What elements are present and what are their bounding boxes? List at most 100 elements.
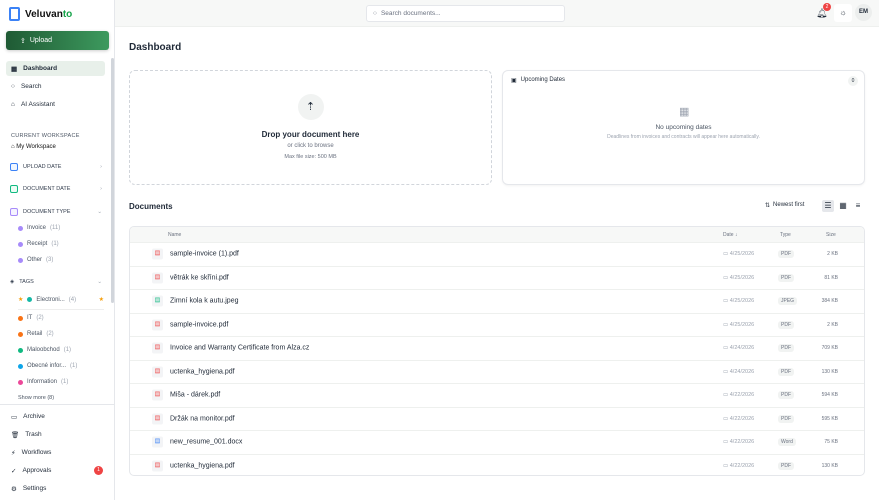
robot-icon: ⌂ xyxy=(11,101,15,108)
file-type-badge: PDF xyxy=(778,273,794,282)
filter-upload-date[interactable]: UPLOAD DATE › xyxy=(10,163,102,171)
calendar-icon xyxy=(10,185,18,193)
file-type-badge: PDF xyxy=(778,344,794,353)
workspace-heading: CURRENT WORKSPACE xyxy=(11,133,80,139)
compact-view-icon[interactable]: ≡ xyxy=(852,200,864,212)
sidebar-scrollbar[interactable] xyxy=(111,58,114,303)
page-title: Dashboard xyxy=(129,42,182,53)
file-date: ▭ 4/25/2026 xyxy=(723,298,755,305)
file-size: 595 KB xyxy=(821,415,838,422)
cloud-upload-icon: ⇡ xyxy=(297,94,324,120)
tag-item[interactable]: IT (2) xyxy=(18,315,44,321)
file-size: 75 KB xyxy=(824,439,838,446)
table-row[interactable]: ▤ uctenka_hygiena.pdf ▭ 4/22/2026 PDF 13… xyxy=(130,453,864,476)
nav-workflows[interactable]: ⚡︎ Workflows xyxy=(6,445,105,460)
tag-color-dot xyxy=(18,363,23,369)
file-name[interactable]: sample-invoice (1).pdf xyxy=(170,251,239,258)
filter-document-date[interactable]: DOCUMENT DATE › xyxy=(10,185,102,193)
file-name[interactable]: sample-invoice.pdf xyxy=(170,321,228,328)
file-icon xyxy=(10,208,18,216)
chevron-right-icon: › xyxy=(100,164,102,170)
nav-approvals[interactable]: ✓ Approvals 1 xyxy=(6,463,105,478)
tag-color-dot xyxy=(18,379,23,385)
pdf-file-icon: ▤ xyxy=(152,272,163,284)
filter-tags[interactable]: ◈ TAGS ⌄ xyxy=(10,279,102,285)
grid-view-icon[interactable]: ▦ xyxy=(837,200,849,212)
avatar[interactable]: EM xyxy=(855,4,872,21)
file-name[interactable]: větrák ke skříni.pdf xyxy=(170,274,229,281)
show-more-tags[interactable]: Show more (8) xyxy=(18,395,54,401)
pdf-file-icon: ▤ xyxy=(152,366,163,378)
file-size: 2 KB xyxy=(827,251,838,258)
pin-star-icon[interactable]: ★ xyxy=(99,296,104,303)
file-type-badge: PDF xyxy=(778,367,794,376)
file-size: 130 KB xyxy=(821,462,838,469)
tag-item[interactable]: Maloobchod (1) xyxy=(18,347,71,353)
search-input[interactable]: ○ Search documents... xyxy=(366,5,565,22)
logo-icon xyxy=(9,7,20,21)
nav-ai-assistant[interactable]: ⌂ AI Assistant xyxy=(6,97,105,112)
notification-badge: 2 xyxy=(823,3,831,11)
table-row[interactable]: ▤ uctenka_hygiena.pdf ▭ 4/24/2026 PDF 13… xyxy=(130,359,864,384)
pdf-file-icon: ▤ xyxy=(152,413,163,425)
upload-dropzone[interactable]: ⇡ Drop your document here or click to br… xyxy=(129,70,492,185)
file-date: ▭ 4/25/2026 xyxy=(723,274,755,281)
pdf-file-icon: ▤ xyxy=(152,319,163,331)
file-date: ▭ 4/22/2026 xyxy=(723,392,755,399)
table-row[interactable]: ▤ sample-invoice.pdf ▭ 4/25/2026 PDF 2 K… xyxy=(130,312,864,337)
type-receipt[interactable]: Receipt (1) xyxy=(18,241,59,247)
list-view-icon[interactable]: ☰ xyxy=(822,200,834,212)
app-logo[interactable]: Veluvanto xyxy=(9,7,72,21)
tag-item[interactable]: Retail (2) xyxy=(18,331,54,337)
chevron-right-icon: › xyxy=(100,186,102,192)
type-other[interactable]: Other (3) xyxy=(18,257,53,263)
file-name[interactable]: Zimní kola k autu.jpeg xyxy=(170,298,238,305)
type-invoice[interactable]: Invoice (11) xyxy=(18,225,60,231)
file-size: 384 KB xyxy=(821,298,838,305)
upload-button[interactable]: ⇪ Upload xyxy=(6,31,109,50)
nav-trash[interactable]: 🗑︎ Trash xyxy=(6,427,105,442)
nav-archive[interactable]: ▭ Archive xyxy=(6,409,105,424)
calendar-icon: ▣ xyxy=(511,78,517,84)
doc-file-icon: ▤ xyxy=(152,436,163,448)
file-name[interactable]: Invoice and Warranty Certificate from Al… xyxy=(170,345,309,352)
file-name[interactable]: uctenka_hygiena.pdf xyxy=(170,462,235,469)
table-row[interactable]: ▤ sample-invoice (1).pdf ▭ 4/25/2026 PDF… xyxy=(130,242,864,266)
grid-icon: ▦ xyxy=(11,65,18,73)
filter-document-type[interactable]: DOCUMENT TYPE ⌄ xyxy=(10,208,102,216)
workspace-selector[interactable]: ⌂ My Workspace xyxy=(11,144,56,150)
table-row[interactable]: ▤ Držák na monitor.pdf ▭ 4/22/2026 PDF 5… xyxy=(130,406,864,431)
file-size: 2 KB xyxy=(827,321,838,328)
table-header: Name Date ↓ Type Size xyxy=(130,227,864,242)
search-icon: ○ xyxy=(373,10,377,17)
file-date: ▭ 4/25/2026 xyxy=(723,251,755,258)
tag-item[interactable]: Obecné infor... (1) xyxy=(18,363,77,369)
pdf-file-icon: ▤ xyxy=(152,460,163,472)
file-name[interactable]: Držák na monitor.pdf xyxy=(170,415,235,422)
nav-dashboard[interactable]: ▦ Dashboard xyxy=(6,61,105,76)
file-size: 594 KB xyxy=(821,392,838,399)
pdf-file-icon: ▤ xyxy=(152,342,163,354)
nav-settings[interactable]: ⚙ Settings xyxy=(6,481,105,496)
file-type-badge: PDF xyxy=(778,414,794,423)
tag-item[interactable]: Information (1) xyxy=(18,379,68,385)
sort-dropdown[interactable]: ⇅ Newest first xyxy=(765,202,804,209)
nav-search[interactable]: ○ Search xyxy=(6,79,105,94)
file-size: 81 KB xyxy=(824,274,838,281)
documents-table: Name Date ↓ Type Size ▤ sample-invoice (… xyxy=(129,226,865,476)
table-row[interactable]: ▤ Invoice and Warranty Certificate from … xyxy=(130,336,864,360)
pdf-file-icon: ▤ xyxy=(152,389,163,401)
table-row[interactable]: ▤ Zimní kola k autu.jpeg ▭ 4/25/2026 JPE… xyxy=(130,289,864,313)
img-file-icon: ▤ xyxy=(152,295,163,307)
file-name[interactable]: new_resume_001.docx xyxy=(170,439,242,446)
file-name[interactable]: uctenka_hygiena.pdf xyxy=(170,368,235,375)
table-row[interactable]: ▤ new_resume_001.docx ▭ 4/22/2026 Word 7… xyxy=(130,430,864,454)
file-type-badge: Word xyxy=(778,438,796,447)
table-row[interactable]: ▤ Miša - dárek.pdf ▭ 4/22/2026 PDF 594 K… xyxy=(130,383,864,407)
table-row[interactable]: ▤ větrák ke skříni.pdf ▭ 4/25/2026 PDF 8… xyxy=(130,265,864,290)
pinned-tag[interactable]: ★ Electroni... (4) ★ xyxy=(18,296,104,310)
file-type-badge: PDF xyxy=(778,320,794,329)
file-name[interactable]: Miša - dárek.pdf xyxy=(170,392,220,399)
file-size: 709 KB xyxy=(821,345,838,352)
sun-icon[interactable]: ☼ xyxy=(834,4,852,22)
